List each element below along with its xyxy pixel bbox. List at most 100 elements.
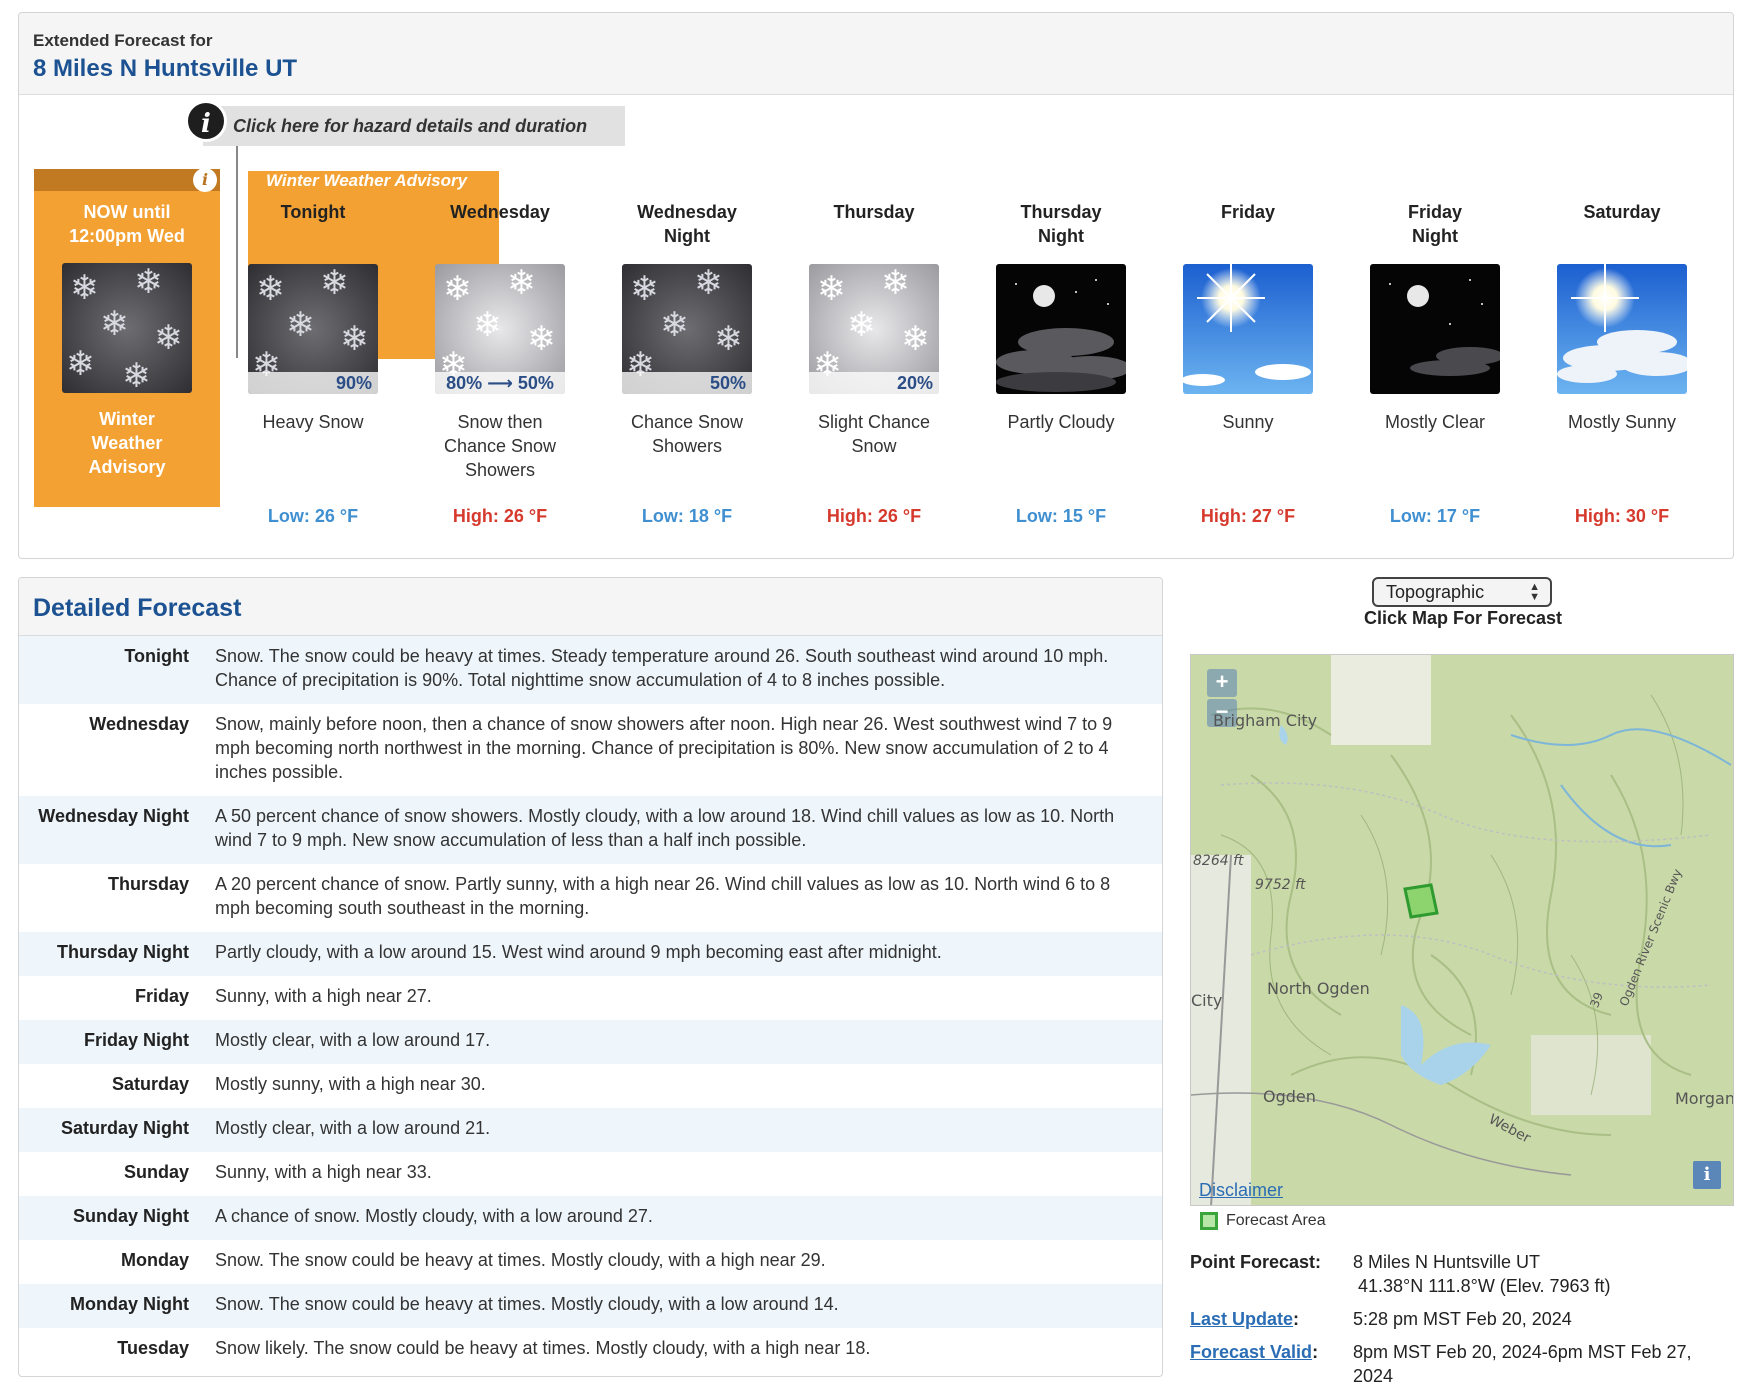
forecast-period[interactable]: Friday Night Mostly Clear Low: 17 °F — [1350, 200, 1520, 527]
detailed-period-text: Mostly clear, with a low around 17. — [215, 1030, 491, 1050]
detailed-period-label: Saturday Night — [60, 1118, 189, 1138]
period-temperature: High: 26 °F — [452, 506, 548, 526]
period-name-line1: Thursday — [833, 202, 915, 222]
period-name-line1: Saturday — [1583, 202, 1661, 222]
detailed-forecast-header: Detailed Forecast — [19, 578, 1162, 636]
snow-icon[interactable]: ❄ ❄ ❄ ❄ ❄ 80% ⟶ 50% — [435, 264, 565, 394]
period-description: Partly Cloudy — [976, 410, 1146, 506]
forecast-period[interactable]: Saturday Mostly Sunny High: 30 °F — [1537, 200, 1707, 527]
period-desc-line1: Snow then — [457, 412, 543, 432]
last-update-value: 5:28 pm MST Feb 20, 2024 — [1353, 1309, 1572, 1329]
detailed-forecast-title: Detailed Forecast — [33, 594, 242, 622]
heavy-snow-icon[interactable]: ❄ ❄ ❄ ❄ ❄ 90% — [248, 264, 378, 394]
point-forecast-info: Point Forecast: 8 Miles N Huntsville UT … — [1190, 1250, 1730, 1390]
partly-cloudy-night-icon[interactable] — [996, 264, 1126, 394]
mostly-clear-night-icon[interactable] — [1370, 264, 1500, 394]
detailed-forecast-row: Sunday Sunny, with a high near 33. — [19, 1152, 1162, 1196]
svg-text:❄: ❄ — [134, 263, 163, 302]
period-temperature: High: 26 °F — [826, 506, 922, 526]
detailed-period-label: Sunday — [123, 1162, 189, 1182]
svg-text:❄: ❄ — [256, 269, 285, 309]
forecast-period[interactable]: Thursday ❄ ❄ ❄ ❄ ❄ 20% Slight Chance Snow Hig… — [789, 200, 959, 527]
detailed-forecast-row: Sunday Night A chance of snow. Mostly cl… — [19, 1196, 1162, 1240]
map-type-value: Topographic — [1386, 582, 1485, 602]
svg-text:❄: ❄ — [817, 269, 846, 309]
forecast-period[interactable]: Friday Sunny High: 27 °F — [1163, 200, 1333, 527]
period-description: Mostly Sunny — [1537, 410, 1707, 506]
last-update-link[interactable]: Last Update — [1190, 1309, 1293, 1329]
period-name: Friday — [1163, 200, 1333, 254]
forecast-period[interactable]: Wednesday Night ❄ ❄ ❄ ❄ ❄ 50% Chance Snow Sho… — [602, 200, 772, 527]
period-name: Wednesday — [415, 200, 585, 254]
zoom-in-button[interactable]: + — [1207, 669, 1237, 697]
forecast-period[interactable]: Wednesday ❄ ❄ ❄ ❄ ❄ 80% ⟶ 50% Snow then Chanc… — [415, 200, 585, 527]
detailed-period-text: Sunny, with a high near 33. — [215, 1162, 432, 1182]
now-time-text: 12:00pm Wed — [69, 226, 185, 246]
hazard-details-link[interactable]: i Click here for hazard details and dura… — [185, 100, 625, 146]
period-temperature: Low: 18 °F — [641, 506, 733, 526]
extended-forecast-header: Extended Forecast for 8 Miles N Huntsvil… — [19, 13, 1733, 95]
precip-chance: 50% — [622, 372, 752, 394]
detailed-period-label: Tuesday — [117, 1338, 189, 1358]
mostly-sunny-icon[interactable] — [1557, 264, 1687, 394]
period-description: Snow then Chance Snow Showers — [415, 410, 585, 506]
light-snow-icon[interactable]: ❄ ❄ ❄ ❄ ❄ 20% — [809, 264, 939, 394]
detailed-period-label: Wednesday — [89, 714, 189, 734]
forecast-area-marker[interactable] — [1403, 883, 1439, 919]
last-update-row: Last Update: 5:28 pm MST Feb 20, 2024 — [1190, 1307, 1730, 1331]
hazard-info-icon[interactable]: i — [193, 168, 217, 192]
period-description: Sunny — [1163, 410, 1333, 506]
period-name: Wednesday Night — [602, 200, 772, 254]
forecast-valid-link[interactable]: Forecast Valid — [1190, 1342, 1312, 1362]
period-name-line1: Friday — [1407, 202, 1463, 222]
svg-text:❄: ❄ — [901, 319, 930, 359]
period-name: Saturday — [1537, 200, 1707, 254]
point-forecast-key: Point Forecast: — [1190, 1252, 1322, 1272]
period-temperature: Low: 15 °F — [1015, 506, 1107, 526]
period-name-line1: Tonight — [280, 202, 346, 222]
map-disclaimer-link[interactable]: Disclaimer — [1199, 1180, 1283, 1201]
current-hazard-box[interactable]: i NOW until 12:00pm Wed ❄ ❄ ❄ ❄ ❄ ❄ Winter W… — [34, 168, 220, 507]
svg-text:❄: ❄ — [320, 264, 349, 303]
map-legend: Forecast Area — [1200, 1212, 1326, 1230]
svg-text:❄: ❄ — [847, 305, 876, 345]
period-name: Thursday — [789, 200, 959, 254]
svg-text:❄: ❄ — [286, 305, 315, 345]
hazard-details-text[interactable]: Click here for hazard details and durati… — [233, 116, 587, 137]
point-forecast-row: Point Forecast: 8 Miles N Huntsville UT … — [1190, 1250, 1730, 1298]
period-desc-line1: Chance Snow — [630, 412, 744, 432]
detailed-forecast-row: Saturday Night Mostly clear, with a low … — [19, 1108, 1162, 1152]
point-forecast-value: 8 Miles N Huntsville UT 41.38°N 111.8°W … — [1353, 1250, 1611, 1298]
period-temperature: Low: 26 °F — [267, 506, 359, 526]
hazard-label-line3: Advisory — [88, 457, 166, 477]
detailed-forecast-row: Friday Sunny, with a high near 27. — [19, 976, 1162, 1020]
detailed-period-text: Snow. The snow could be heavy at times. … — [215, 646, 1109, 690]
period-temperature: Low: 17 °F — [1389, 506, 1481, 526]
period-name-line2: Night — [664, 226, 710, 246]
detailed-forecast-row: Thursday Night Partly cloudy, with a low… — [19, 932, 1162, 976]
detailed-period-label: Wednesday Night — [38, 806, 189, 826]
snow-showers-icon[interactable]: ❄ ❄ ❄ ❄ ❄ 50% — [622, 264, 752, 394]
map-label-ogden: Ogden — [1263, 1087, 1316, 1106]
forecast-map[interactable]: + − Brigham City 8264 ft 9752 ft North O… — [1190, 654, 1734, 1206]
detailed-forecast-table: Tonight Snow. The snow could be heavy at… — [19, 636, 1162, 1372]
svg-text:❄: ❄ — [660, 305, 689, 345]
forecast-valid-row: Forecast Valid: 8pm MST Feb 20, 2024-6pm… — [1190, 1340, 1730, 1388]
detailed-period-label: Monday Night — [70, 1294, 189, 1314]
map-label-city: City — [1191, 991, 1223, 1010]
period-name-line2: Night — [1038, 226, 1084, 246]
forecast-period[interactable]: Thursday Night Partly Cloudy Low: 15 °F — [976, 200, 1146, 527]
period-name-line2: Night — [1412, 226, 1458, 246]
period-name-line1: Friday — [1220, 202, 1276, 222]
detailed-period-text: Partly cloudy, with a low around 15. Wes… — [215, 942, 942, 962]
detailed-period-text: Snow, mainly before noon, then a chance … — [215, 714, 1113, 782]
info-icon[interactable]: i — [185, 100, 227, 142]
map-type-select[interactable]: Topographic ▲ ▼ — [1372, 577, 1552, 607]
hazard-label-line1: Winter — [99, 409, 155, 429]
map-info-icon[interactable]: i — [1693, 1161, 1721, 1189]
advisory-name[interactable]: Winter Weather Advisory — [266, 171, 467, 191]
forecast-period[interactable]: Tonight ❄ ❄ ❄ ❄ ❄ 90% Heavy Snow Low: 26 °F — [228, 200, 398, 527]
detailed-period-text: Mostly clear, with a low around 21. — [215, 1118, 491, 1138]
svg-text:❄: ❄ — [340, 319, 369, 359]
sunny-icon[interactable] — [1183, 264, 1313, 394]
